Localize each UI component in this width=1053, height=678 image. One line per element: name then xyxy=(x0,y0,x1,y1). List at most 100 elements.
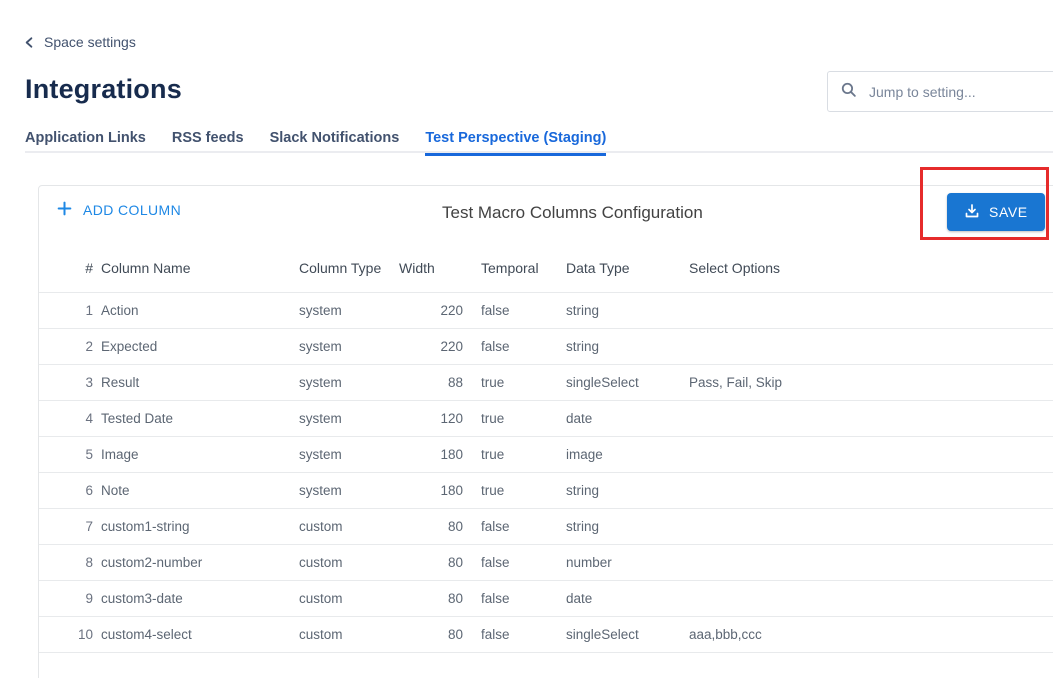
table-cell: string xyxy=(566,303,600,318)
add-column-label: ADD COLUMN xyxy=(83,202,182,218)
table-cell: 80 xyxy=(447,591,463,606)
tab-slack-notifications[interactable]: Slack Notifications xyxy=(270,130,400,156)
table-cell: 5 xyxy=(85,447,93,462)
table-cell: custom4-select xyxy=(101,627,192,642)
table-cell: 10 xyxy=(77,627,93,642)
breadcrumb[interactable]: Space settings xyxy=(22,34,136,50)
table-cell: 120 xyxy=(440,411,463,426)
plus-icon xyxy=(56,200,73,220)
search-input[interactable] xyxy=(869,83,1053,100)
table-cell: custom3-date xyxy=(101,591,183,606)
search-icon xyxy=(840,81,857,103)
table-cell: 88 xyxy=(447,375,463,390)
table-cell: 180 xyxy=(440,447,463,462)
table-header-row: # Column Name Column Type Width Temporal Data… xyxy=(39,243,1053,293)
save-button[interactable]: SAVE xyxy=(947,193,1045,231)
table-cell: 80 xyxy=(447,519,463,534)
page: Space settings Integrations Application … xyxy=(0,0,1053,678)
table-cell: date xyxy=(566,411,593,426)
table-row: 10 custom4-select custom 80 false singleSelec… xyxy=(39,617,1053,653)
table-cell: Result xyxy=(101,375,140,390)
table-row: 9 custom3-date custom 80 false date xyxy=(39,581,1053,617)
add-column-button[interactable]: ADD COLUMN xyxy=(56,200,181,220)
table-cell: false xyxy=(481,303,510,318)
table-cell: string xyxy=(566,339,600,354)
table-cell: custom xyxy=(299,591,343,606)
table-cell: Expected xyxy=(101,339,158,354)
table-cell: 3 xyxy=(85,375,93,390)
column-header: Temporal xyxy=(481,260,539,276)
table-cell: date xyxy=(566,591,593,606)
table-cell: Image xyxy=(101,447,139,462)
column-header: Width xyxy=(399,260,435,276)
table-cell: 7 xyxy=(85,519,93,534)
tab-application-links[interactable]: Application Links xyxy=(25,130,146,156)
table-cell: 80 xyxy=(447,555,463,570)
table-row: 7 custom1-string custom 80 false string xyxy=(39,509,1053,545)
tab-bar: Application Links RSS feeds Slack Notifica… xyxy=(25,130,607,156)
table-cell: system xyxy=(299,339,342,354)
column-header: Column Name xyxy=(101,260,191,276)
table-cell: true xyxy=(481,375,505,390)
table-cell: false xyxy=(481,339,510,354)
download-icon xyxy=(964,203,980,222)
table-row: 6 Note system 180 true string xyxy=(39,473,1053,509)
panel-title: Test Macro Columns Configuration xyxy=(442,203,703,222)
table-cell: false xyxy=(481,627,510,642)
table-cell: true xyxy=(481,483,505,498)
chevron-left-icon xyxy=(22,35,37,50)
table-cell: singleSelect xyxy=(566,627,639,642)
panel-header: ADD COLUMN Test Macro Columns Configurat… xyxy=(39,186,1053,243)
breadcrumb-label[interactable]: Space settings xyxy=(44,34,136,50)
table-cell: false xyxy=(481,555,510,570)
table-cell: string xyxy=(566,483,600,498)
table-cell: system xyxy=(299,411,342,426)
column-header: Column Type xyxy=(299,260,382,276)
table-cell: custom1-string xyxy=(101,519,190,534)
table-cell: system xyxy=(299,375,342,390)
column-header: # xyxy=(85,260,93,276)
column-header: Select Options xyxy=(689,260,781,276)
table-row: 3 Result system 88 true singleSelect Pass, Fai… xyxy=(39,365,1053,401)
table-cell: 4 xyxy=(85,411,93,426)
table-cell: 6 xyxy=(85,483,93,498)
table-cell: string xyxy=(566,519,600,534)
table-cell: system xyxy=(299,303,342,318)
table-cell: 2 xyxy=(85,339,93,354)
table-cell: Note xyxy=(101,483,130,498)
table-row: 2 Expected system 220 false string xyxy=(39,329,1053,365)
table-cell: 1 xyxy=(85,303,93,318)
table-row: 4 Tested Date system 120 true date xyxy=(39,401,1053,437)
table-cell: system xyxy=(299,483,342,498)
table-cell: 8 xyxy=(85,555,93,570)
table-cell: 220 xyxy=(440,303,463,318)
table-cell: false xyxy=(481,591,510,606)
search-box[interactable] xyxy=(827,71,1053,112)
table-row: 8 custom2-number custom 80 false number xyxy=(39,545,1053,581)
save-button-label: SAVE xyxy=(989,204,1028,220)
table-cell: custom xyxy=(299,627,343,642)
table-cell: 80 xyxy=(447,627,463,642)
table-cell: custom xyxy=(299,555,343,570)
table-cell: Pass, Fail, Skip xyxy=(689,375,783,390)
table-cell: aaa,bbb,ccc xyxy=(689,627,762,642)
columns-config-panel: ADD COLUMN Test Macro Columns Configurat… xyxy=(38,185,1053,678)
page-title: Integrations xyxy=(25,74,182,104)
table-cell: true xyxy=(481,411,505,426)
table-cell: number xyxy=(566,555,612,570)
tab-test-perspective-staging[interactable]: Test Perspective (Staging) xyxy=(425,130,607,156)
tab-rss-feeds[interactable]: RSS feeds xyxy=(172,130,244,156)
table-cell: custom xyxy=(299,519,343,534)
table-cell: system xyxy=(299,447,342,462)
table-row: 1 Action system 220 false string xyxy=(39,293,1053,329)
table-cell: 220 xyxy=(440,339,463,354)
table-cell: singleSelect xyxy=(566,375,639,390)
table-cell: true xyxy=(481,447,505,462)
table-cell: Tested Date xyxy=(101,411,174,426)
table-cell: false xyxy=(481,519,510,534)
table-cell: image xyxy=(566,447,603,462)
table-body: 1 Action system 220 false string 2 Expected syst… xyxy=(39,293,1053,653)
table-cell: 9 xyxy=(85,591,93,606)
table-cell: custom2-number xyxy=(101,555,203,570)
table-row: 5 Image system 180 true image xyxy=(39,437,1053,473)
